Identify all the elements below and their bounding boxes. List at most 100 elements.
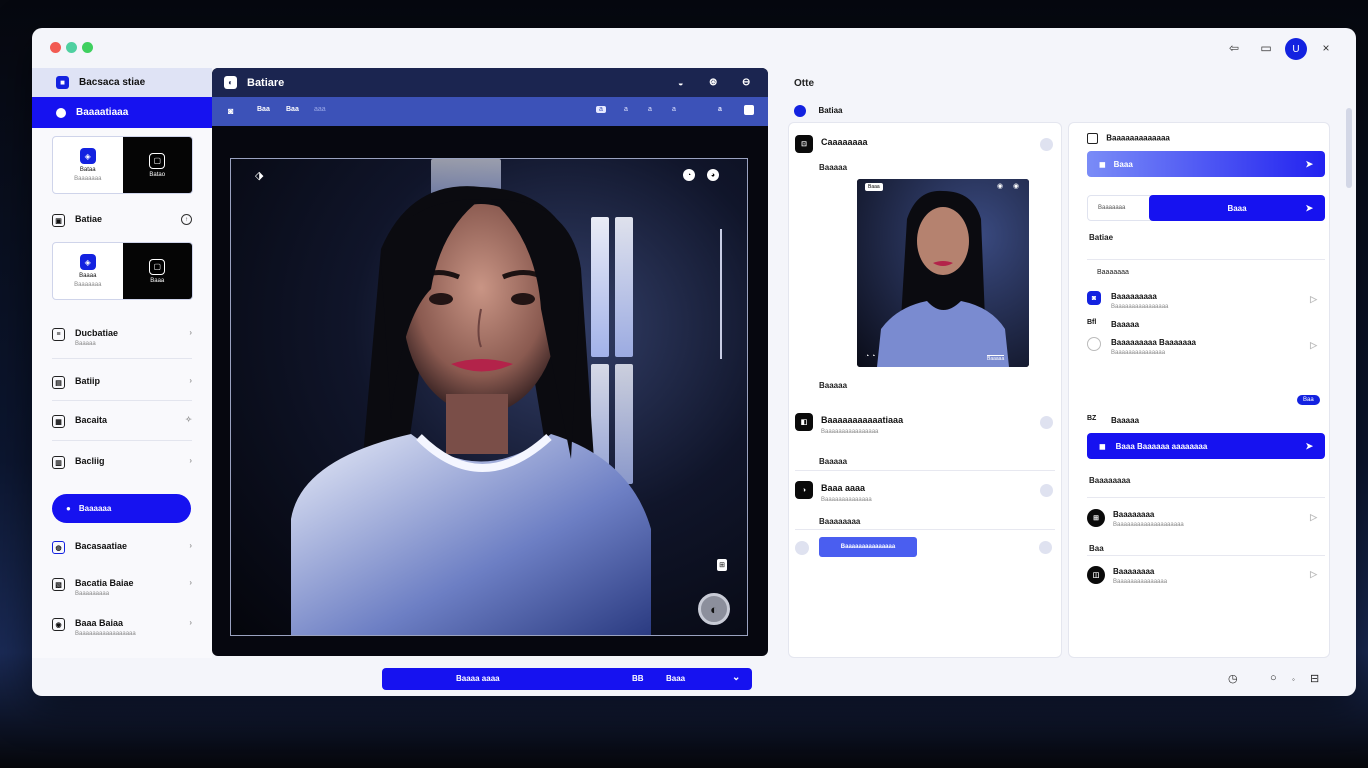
chevron-right-icon: ▷ <box>1310 569 1317 579</box>
sidebar-item-6[interactable]: ▧ Bacatia Baiae Baaaaaaaaa › <box>52 578 192 597</box>
photo-canvas[interactable]: ⬗ ◔ ◕ ⊞ <box>230 158 748 636</box>
frame-icon: ▢ <box>149 152 166 169</box>
compare-icon[interactable]: ⬗ <box>255 169 263 182</box>
info-icon[interactable]: ↑ <box>181 214 192 225</box>
sidebar-profile-label: Batiae <box>75 214 103 224</box>
app-window: ⇦ ▭ U × ■ Bacsaca stiae Baaaatiaaa ◈ Bat… <box>32 28 1356 696</box>
crop-icon[interactable]: ◙ <box>228 106 233 116</box>
status-dot-icon <box>794 104 806 117</box>
apply-pill-button[interactable]: Baaaaaaaaaaaaaaa <box>819 537 917 557</box>
brush-tool-button[interactable]: ◐ <box>698 593 730 625</box>
radio-icon[interactable] <box>1087 337 1101 351</box>
plus-icon[interactable]: ◉ <box>1013 182 1019 190</box>
mode-card-1[interactable]: ◈ Bataa Baaaaaaa ▢ Batao <box>52 136 193 194</box>
row-6-label: Baaaaaaaa <box>1113 567 1155 576</box>
toggle-icon[interactable] <box>1040 416 1053 429</box>
apply-button[interactable]: ◼ Baaa Baaaaaa aaaaaaaa ➤ <box>1087 433 1325 459</box>
user-avatar[interactable]: U <box>1285 38 1307 60</box>
window-icon[interactable]: ▭ <box>1256 38 1276 58</box>
sidebar-item-7[interactable]: ◉ Baaa Baiaa Baaaaaaaaaaaaaaaaa › <box>52 618 192 637</box>
sidebar-item-4[interactable]: ▥ Bacliig › <box>52 456 192 469</box>
toolbar-item-2[interactable]: Baa <box>286 106 299 113</box>
circle-icon[interactable]: ○ <box>1270 672 1277 684</box>
profile-icon: ▣ <box>52 214 65 227</box>
settings-icon[interactable]: ◕ <box>707 169 719 181</box>
maximize-window-dot[interactable] <box>82 42 93 53</box>
back-icon[interactable]: ⇦ <box>1224 38 1244 58</box>
bullet-icon: ◫ <box>1087 566 1105 584</box>
close-icon[interactable]: × <box>1316 38 1336 58</box>
minimize-window-dot[interactable] <box>66 42 77 53</box>
toggle-icon[interactable] <box>1040 138 1053 151</box>
label-c: Baaaaaaaa <box>1089 476 1131 485</box>
document-icon: ≡ <box>52 328 65 341</box>
toolbar-item-3[interactable]: aaa <box>314 106 326 113</box>
thumb-portrait <box>877 190 1009 367</box>
vertical-slider[interactable] <box>720 229 722 359</box>
sidebar-item-profile[interactable]: ▣ Batiae ↑ <box>52 214 192 227</box>
checkbox-checked-icon[interactable]: ◙ <box>1087 291 1101 305</box>
preview-thumbnail[interactable]: Baaa ◉ ◉ ◔ ◔ Baaaaa <box>857 179 1029 367</box>
minus-icon[interactable]: ◉ <box>997 182 1003 190</box>
play-icon[interactable]: ◔ ◔ <box>865 353 875 360</box>
mode-card-1-light[interactable]: ◈ Bataa Baaaaaaa <box>53 137 123 193</box>
sidebar-item-2[interactable]: ▤ Batiip › <box>52 376 192 389</box>
small-badge[interactable]: Baa <box>1297 395 1320 405</box>
chevron-right-icon: › <box>189 456 192 465</box>
sidebar-action-button[interactable]: ● Baaaaaa <box>52 494 191 523</box>
label-3: Baaaaa <box>819 457 848 466</box>
toggle-icon[interactable] <box>1040 484 1053 497</box>
bottom-action-bar[interactable]: Baaaa aaaa BB Baaa ⌄ <box>382 668 752 690</box>
radio-icon[interactable] <box>795 541 809 555</box>
sidebar-item-1-label: Ducbatiae <box>75 328 119 338</box>
options-panel: Baaaaaaaaaaaaa ◼ Baaa ➤ Baaaaaaa Baaa ➤ … <box>1068 122 1330 658</box>
scrollbar[interactable] <box>1346 108 1352 188</box>
mode-card-2-dark[interactable]: ▢ Baaa <box>122 243 192 299</box>
toolbar-item-1[interactable]: Baa <box>257 106 270 113</box>
secondary-option-button[interactable]: Baaa ➤ <box>1149 195 1325 221</box>
sidebar-item-3[interactable]: ▦ Bacaita ✧ <box>52 415 192 428</box>
sidebar-item-5[interactable]: ◍ Bacasaatiae › <box>52 541 192 554</box>
sidebar-action-label: Baaaaaa <box>78 504 112 513</box>
toolbar-tool-1[interactable]: a <box>596 106 606 113</box>
image-icon: ▤ <box>52 376 65 389</box>
toggle-icon[interactable] <box>1039 541 1052 554</box>
option-2-tag: Bfl <box>1087 319 1097 326</box>
sidebar-item-3-label: Bacaita <box>75 415 108 425</box>
preview-caption: Baaaaa <box>987 355 1005 362</box>
panel-row-3-sub: Baaaaaaaaaaaaaa <box>821 497 872 503</box>
eye-icon[interactable]: ◒ <box>678 78 683 88</box>
panel-title: Otte <box>794 78 814 89</box>
toolbar-tool-4[interactable]: a <box>672 106 676 113</box>
history-icon[interactable]: ⊛ <box>709 77 717 88</box>
chevron-right-icon: › <box>189 541 192 550</box>
toolbar-tool-3[interactable]: a <box>648 106 652 113</box>
settings-icon: ✧ <box>185 415 192 424</box>
divider <box>795 529 1055 530</box>
toolbar-tool-5[interactable]: a <box>718 106 722 113</box>
toolbar-tool-2[interactable]: a <box>624 106 628 113</box>
chevron-down-icon[interactable]: ⌄ <box>732 672 740 683</box>
mode-card-2[interactable]: ◈ Baaaa Baaaaaaa ▢ Baaa <box>52 242 193 300</box>
more-icon[interactable]: ⊖ <box>742 77 750 88</box>
primary-option-button[interactable]: ◼ Baaa ➤ <box>1087 151 1325 177</box>
mode-card-1-left-sub: Baaaaaaa <box>74 176 102 182</box>
sidebar-item-4-label: Bacliig <box>75 456 105 466</box>
sidebar-header[interactable]: ■ Bacsaca stiae <box>32 68 212 97</box>
option-4-label: Baaaaa <box>1111 416 1140 425</box>
close-window-dot[interactable] <box>50 42 61 53</box>
sidebar-item-1[interactable]: ≡ Ducbatiae Baaaaa › <box>52 328 192 347</box>
square-tool-icon[interactable] <box>744 105 754 115</box>
layout-icon[interactable]: ⊟ <box>1310 672 1319 685</box>
zoom-icon[interactable]: ◔ <box>683 169 695 181</box>
camera-icon: ◉ <box>52 618 65 631</box>
row-5-label: Baaaaaaaa <box>1113 510 1155 519</box>
editor-logo-icon: ◐ <box>224 76 237 89</box>
sidebar-item-selected[interactable]: Baaaatiaaa <box>32 97 212 128</box>
mode-card-2-light[interactable]: ◈ Baaaa Baaaaaaa <box>53 243 123 299</box>
sidebar-item-7-sub: Baaaaaaaaaaaaaaaaa <box>75 631 136 637</box>
export-icon[interactable]: ⊞ <box>717 559 727 571</box>
timer-icon[interactable]: ◷ <box>1228 672 1238 685</box>
sidebar-item-6-sub: Baaaaaaaaa <box>75 591 110 597</box>
mode-card-1-dark[interactable]: ▢ Batao <box>122 137 192 193</box>
